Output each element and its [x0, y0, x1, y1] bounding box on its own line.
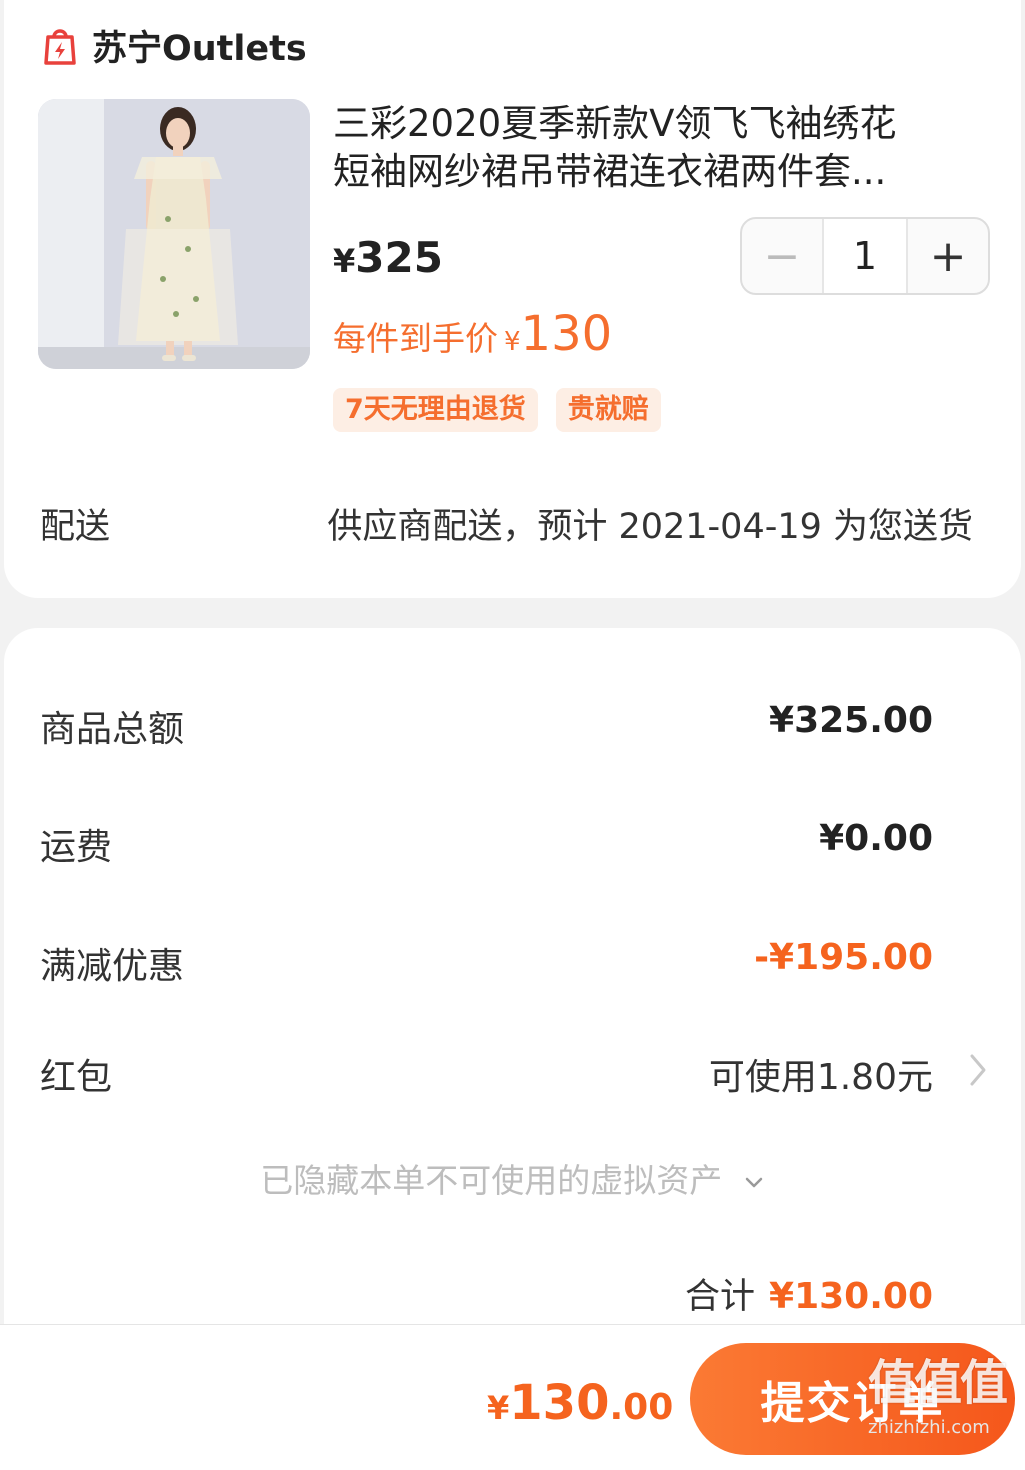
final-unit-price: 每件到手价 ¥ 130 — [333, 306, 612, 362]
final-price-currency: ¥ — [504, 327, 521, 357]
decrease-button[interactable]: − — [742, 219, 824, 293]
shopping-bag-lightning-icon — [44, 29, 76, 65]
red-packet-label[interactable]: 红包 — [40, 1048, 112, 1100]
product-price: ¥325 — [333, 233, 443, 282]
delivery-label: 配送 — [40, 507, 111, 547]
final-price-value: 130 — [520, 306, 613, 362]
checkout-price-int: 130 — [509, 1375, 610, 1431]
service-tags: 7天无理由退货 贵就赔 — [333, 388, 661, 432]
final-price-label: 每件到手价 — [333, 319, 498, 358]
product-title-line2: 短袖网纱裙吊带裙连衣裙两件套... — [333, 150, 887, 193]
total-label: 合计 — [685, 1277, 756, 1317]
hidden-assets-text: 已隐藏本单不可使用的虚拟资产 — [260, 1161, 723, 1200]
delivery-info: 供应商配送，预计 2021-04-19 为您送货 — [327, 507, 973, 547]
shipping-value: ¥0.00 — [819, 818, 933, 859]
product-title-line1: 三彩2020夏季新款V领飞飞袖绣花 — [333, 102, 897, 145]
red-packet-value[interactable]: 可使用1.80元 — [709, 1048, 933, 1100]
product-title[interactable]: 三彩2020夏季新款V领飞飞袖绣花 短袖网纱裙吊带裙连衣裙两件套... — [333, 100, 973, 196]
checkout-price: ¥130.00 — [487, 1375, 673, 1431]
order-total: 合计 ¥130.00 — [685, 1268, 933, 1319]
shipping-label: 运费 — [40, 827, 113, 868]
chevron-right-icon[interactable] — [963, 1050, 993, 1090]
price-currency: ¥ — [333, 242, 356, 280]
checkout-currency: ¥ — [487, 1389, 510, 1427]
quantity-stepper: − 1 + — [740, 217, 990, 295]
store-name: 苏宁Outlets — [92, 28, 307, 69]
watermark: 值值值 zhizhizhi.com — [868, 1355, 1018, 1465]
product-photo — [38, 99, 310, 369]
quantity-input[interactable]: 1 — [824, 219, 906, 293]
watermark-site: zhizhizhi.com — [868, 1417, 990, 1438]
product-image[interactable] — [38, 99, 310, 369]
discount-label: 满减优惠 — [40, 946, 185, 987]
watermark-logo: 值值值 — [868, 1355, 1008, 1411]
total-value: ¥130.00 — [769, 1276, 933, 1317]
goods-total-value: ¥325.00 — [769, 700, 933, 741]
price-protection-tag: 贵就赔 — [555, 388, 661, 432]
increase-button[interactable]: + — [906, 219, 988, 293]
checkout-price-dec: .00 — [609, 1387, 674, 1428]
hidden-assets-toggle[interactable]: 已隐藏本单不可使用的虚拟资产 — [0, 1154, 1025, 1202]
discount-value: -¥195.00 — [754, 937, 933, 978]
chevron-down-icon — [745, 1177, 762, 1187]
goods-total-label: 商品总额 — [40, 709, 185, 750]
return-policy-tag: 7天无理由退货 — [333, 388, 538, 432]
store-header[interactable]: 苏宁Outlets — [42, 22, 307, 69]
price-value: 325 — [355, 233, 443, 282]
